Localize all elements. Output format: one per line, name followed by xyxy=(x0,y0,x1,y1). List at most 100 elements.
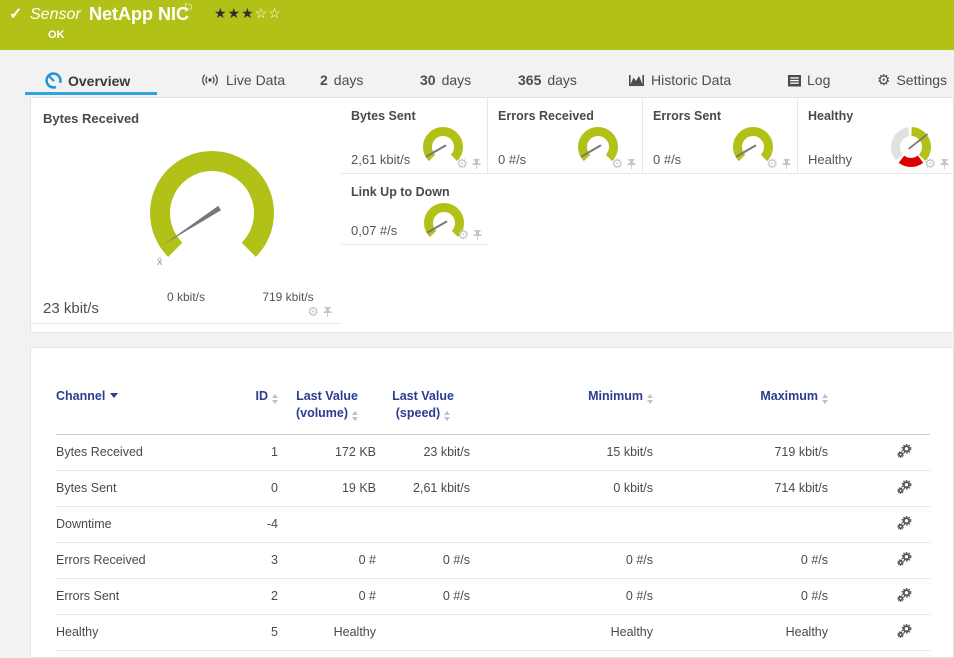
tab-label: Settings xyxy=(896,72,947,88)
minimum-cell xyxy=(470,506,653,542)
gauge-current-value: 0 #/s xyxy=(653,152,681,167)
pin-icon[interactable] xyxy=(939,158,950,170)
tab-label: Overview xyxy=(68,73,130,89)
channel-id-cell: 4 xyxy=(246,650,278,658)
column-label: (volume) xyxy=(296,406,348,420)
column-label: Last Value xyxy=(392,389,454,403)
channel-name-cell[interactable]: Bytes Sent xyxy=(56,470,246,506)
gauge-tile-healthy: Healthy Healthy ⚙ xyxy=(798,98,954,174)
pin-icon[interactable] xyxy=(322,306,333,318)
channel-gear-icon[interactable]: ⚙ xyxy=(766,157,778,170)
channel-id-cell: 3 xyxy=(246,542,278,578)
active-tab-underline xyxy=(25,92,157,95)
maximum-cell: Healthy xyxy=(653,614,828,650)
pin-icon[interactable] xyxy=(781,158,792,170)
tab-number: 30 xyxy=(420,72,436,88)
gauge-average-marker: x̄ xyxy=(157,256,163,268)
table-row: Bytes Received 1 172 KB 23 kbit/s 15 kbi… xyxy=(56,434,930,470)
tab-log[interactable]: Log xyxy=(788,72,830,88)
tab-2-days[interactable]: 2 days xyxy=(320,72,363,88)
channel-settings-button[interactable] xyxy=(897,480,912,494)
channel-settings-button[interactable] xyxy=(897,444,912,458)
gauge-current-value: Healthy xyxy=(808,152,852,167)
historic-chart-icon xyxy=(628,73,645,87)
gauge-needle xyxy=(164,206,221,244)
tab-historic-data[interactable]: Historic Data xyxy=(628,72,731,88)
gears-icon xyxy=(897,516,912,530)
sensor-status-banner: ✓ Sensor NetApp NIC ⚐ ★★★☆☆ OK xyxy=(0,0,954,50)
channel-settings-button[interactable] xyxy=(897,516,912,530)
channel-id-cell: 5 xyxy=(246,614,278,650)
column-label: Channel xyxy=(56,389,105,403)
column-header-maximum[interactable]: Maximum xyxy=(653,378,828,434)
column-header-actions xyxy=(828,378,930,434)
gauge-tile-errors-sent: Errors Sent 0 #/s ⚙ xyxy=(643,98,798,174)
channel-settings-button[interactable] xyxy=(897,588,912,602)
tab-label: Historic Data xyxy=(651,72,731,88)
channel-settings-button[interactable] xyxy=(897,552,912,566)
minimum-cell: Healthy xyxy=(470,614,653,650)
channel-gear-icon[interactable]: ⚙ xyxy=(307,305,319,318)
channel-name-cell[interactable]: Downtime xyxy=(56,506,246,542)
gear-icon: ⚙ xyxy=(877,73,890,88)
last-value-speed-cell: 2,61 kbit/s xyxy=(376,470,470,506)
column-header-minimum[interactable]: Minimum xyxy=(470,378,653,434)
last-value-volume-cell xyxy=(278,506,376,542)
column-header-last-value-speed[interactable]: Last Value (speed) xyxy=(376,378,470,434)
column-header-id[interactable]: ID xyxy=(246,378,278,434)
pin-icon[interactable] xyxy=(471,158,482,170)
maximum-cell: 0 #/s xyxy=(653,542,828,578)
tab-365-days[interactable]: 365 days xyxy=(518,72,577,88)
gauge-min-label: 0 kbit/s xyxy=(141,290,231,304)
column-label: (speed) xyxy=(396,406,440,420)
channel-gear-icon[interactable]: ⚙ xyxy=(456,157,468,170)
tab-settings[interactable]: ⚙ Settings xyxy=(877,72,947,88)
gauge-max-label: 719 kbit/s xyxy=(243,290,333,304)
gauge-tile-errors-received: Errors Received 0 #/s ⚙ xyxy=(488,98,643,174)
channel-name-cell[interactable]: Healthy xyxy=(56,614,246,650)
tab-label: Live Data xyxy=(226,72,285,88)
gauge-title: Bytes Sent xyxy=(351,109,416,123)
table-row: Healthy 5 Healthy Healthy Healthy xyxy=(56,614,930,650)
gauge-tile-link-up-to-down: Link Up to Down 0,07 #/s ⚙ xyxy=(341,174,488,245)
sort-descending-icon xyxy=(110,393,118,398)
table-row: Downtime -4 xyxy=(56,506,930,542)
channel-name-cell[interactable]: Bytes Received xyxy=(56,434,246,470)
table-header-row: Channel ID Last Value(volume) Last Value… xyxy=(56,378,930,434)
channel-table-panel: Channel ID Last Value(volume) Last Value… xyxy=(30,347,954,658)
last-value-speed-cell xyxy=(376,614,470,650)
channel-name-cell[interactable]: Link Up to Down xyxy=(56,650,246,658)
priority-stars[interactable]: ★★★☆☆ xyxy=(214,5,282,22)
object-kind-label: Sensor xyxy=(30,6,81,24)
table-row: Link Up to Down 4 4 # 0,07 #/s 0,04 #/s … xyxy=(56,650,930,658)
tab-overview[interactable]: Overview xyxy=(45,72,130,89)
gauge-current-value: 0 #/s xyxy=(498,152,526,167)
table-row: Errors Sent 2 0 # 0 #/s 0 #/s 0 #/s xyxy=(56,578,930,614)
sort-icon xyxy=(822,394,828,404)
tab-label: Log xyxy=(807,72,830,88)
flag-icon[interactable]: ⚐ xyxy=(183,1,194,15)
channel-settings-button[interactable] xyxy=(897,624,912,638)
channel-gear-icon[interactable]: ⚙ xyxy=(924,157,936,170)
gears-icon xyxy=(897,624,912,638)
channel-gear-icon[interactable]: ⚙ xyxy=(611,157,623,170)
channel-name-cell[interactable]: Errors Received xyxy=(56,542,246,578)
tab-label: days xyxy=(547,72,577,88)
pin-icon[interactable] xyxy=(626,158,637,170)
channel-name-cell[interactable]: Errors Sent xyxy=(56,578,246,614)
tab-30-days[interactable]: 30 days xyxy=(420,72,471,88)
table-row: Errors Received 3 0 # 0 #/s 0 #/s 0 #/s xyxy=(56,542,930,578)
tab-live-data[interactable]: Live Data xyxy=(200,72,285,88)
gears-icon xyxy=(897,552,912,566)
pin-icon[interactable] xyxy=(472,229,483,241)
column-header-channel[interactable]: Channel xyxy=(56,378,246,434)
gauge-tile-bytes-received: Bytes Received x̄ 0 kbit/s 719 kbit/s 23… xyxy=(31,98,341,324)
column-header-last-value-volume[interactable]: Last Value(volume) xyxy=(278,378,376,434)
channel-id-cell: 0 xyxy=(246,470,278,506)
bytes-received-gauge xyxy=(137,138,287,266)
gears-icon xyxy=(897,588,912,602)
maximum-cell: 719 kbit/s xyxy=(653,434,828,470)
gauge-current-value: 0,07 #/s xyxy=(351,223,397,238)
channel-gear-icon[interactable]: ⚙ xyxy=(457,228,469,241)
last-value-volume-cell: 0 # xyxy=(278,578,376,614)
